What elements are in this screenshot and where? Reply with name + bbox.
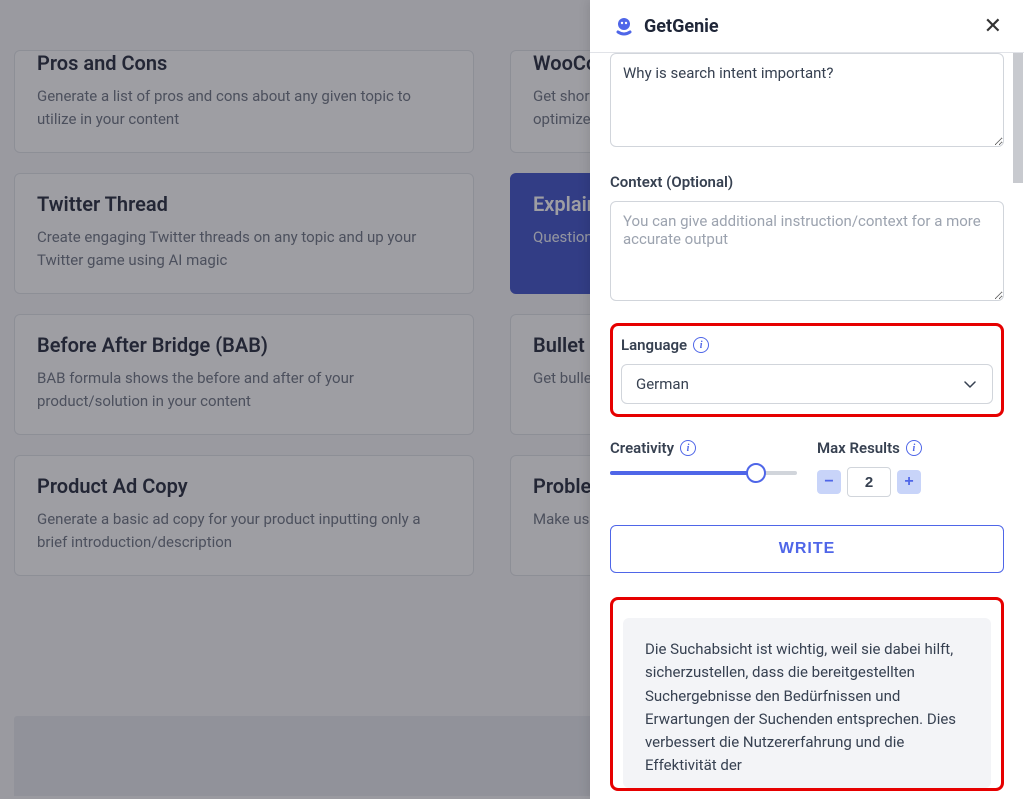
topic-input[interactable] xyxy=(610,53,1004,147)
brand-name: GetGenie xyxy=(644,16,719,37)
language-select[interactable]: German xyxy=(621,364,993,404)
result-highlight: Die Suchabsicht ist wichtig, weil sie da… xyxy=(610,597,1004,791)
language-highlight: Language i German xyxy=(610,323,1004,417)
info-icon[interactable]: i xyxy=(906,440,922,456)
close-icon: ✕ xyxy=(984,13,1002,38)
context-label: Context (Optional) xyxy=(610,173,1004,191)
brand-logo: GetGenie xyxy=(612,14,719,38)
info-icon[interactable]: i xyxy=(693,337,709,353)
increment-button[interactable]: + xyxy=(897,470,921,494)
panel-body: Context (Optional) Language i German Cre… xyxy=(590,53,1024,799)
scrollbar[interactable] xyxy=(1013,53,1023,799)
side-panel: GetGenie ✕ Context (Optional) Language i… xyxy=(590,0,1024,799)
info-icon[interactable]: i xyxy=(680,440,696,456)
creativity-slider[interactable] xyxy=(610,471,797,475)
scrollbar-thumb[interactable] xyxy=(1013,53,1023,183)
creativity-label: Creativity i xyxy=(610,439,797,457)
write-button[interactable]: WRITE xyxy=(610,525,1004,573)
max-results-input[interactable] xyxy=(847,467,891,497)
context-input[interactable] xyxy=(610,201,1004,301)
genie-icon xyxy=(612,14,636,38)
max-results-label: Max Results i xyxy=(817,439,1004,457)
language-selected: German xyxy=(636,375,689,393)
panel-header: GetGenie ✕ xyxy=(590,0,1024,53)
slider-thumb[interactable] xyxy=(746,463,766,483)
decrement-button[interactable]: − xyxy=(817,470,841,494)
result-text[interactable]: Die Suchabsicht ist wichtig, weil sie da… xyxy=(623,618,991,788)
max-results-stepper: − + xyxy=(817,467,1004,497)
language-label: Language i xyxy=(621,336,993,354)
chevron-down-icon xyxy=(962,376,978,392)
close-button[interactable]: ✕ xyxy=(984,15,1002,37)
